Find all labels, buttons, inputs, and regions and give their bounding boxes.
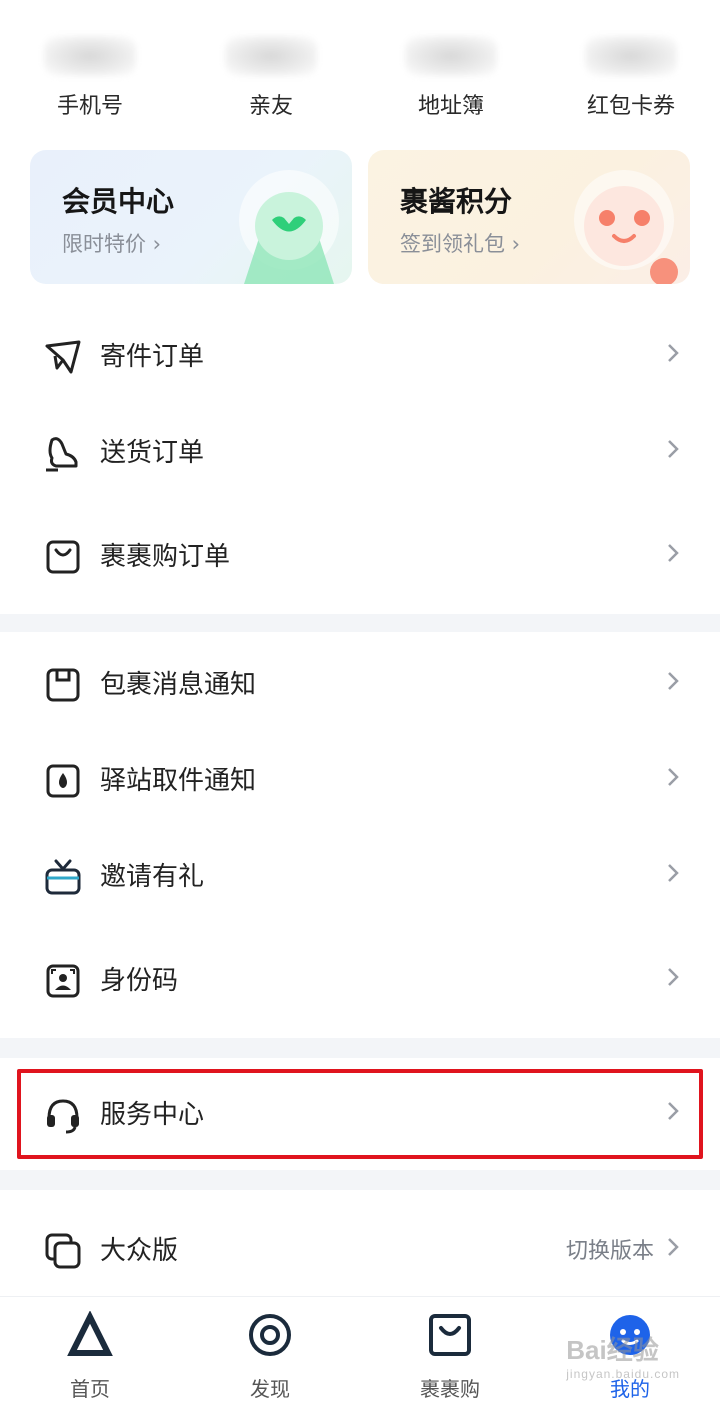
- layers-icon: [45, 1233, 81, 1269]
- card-subtitle: 限时特价 ›: [62, 232, 162, 256]
- row-id-code[interactable]: 身份码: [0, 932, 720, 1028]
- quick-link-phone[interactable]: 手机号: [15, 36, 165, 120]
- row-delivery-orders[interactable]: 送货订单: [0, 404, 720, 500]
- quick-link-label: 亲友: [248, 94, 293, 119]
- row-label: 裹裹购订单: [100, 542, 231, 572]
- section-divider: [0, 614, 720, 632]
- heart-badge-icon: [239, 170, 339, 284]
- row-send-orders[interactable]: 寄件订单: [0, 308, 720, 404]
- quick-link-label: 地址簿: [417, 94, 484, 119]
- paper-plane-icon: [45, 340, 81, 374]
- tab-home[interactable]: 首页: [30, 1310, 150, 1401]
- tab-label: 发现: [250, 1377, 290, 1401]
- row-label: 送货订单: [100, 438, 205, 468]
- row-label: 大众版: [100, 1236, 179, 1266]
- row-station-notify[interactable]: 驿站取件通知: [0, 732, 720, 828]
- row-invite[interactable]: 邀请有礼: [0, 828, 720, 924]
- delivery-icon: [46, 437, 78, 472]
- quick-link-coupons[interactable]: 红包卡券: [556, 36, 706, 120]
- card-title: 会员中心: [62, 185, 175, 218]
- chevron-right-icon: [668, 968, 679, 986]
- highlight-box: [17, 1069, 703, 1159]
- quick-link-label: 手机号: [56, 94, 123, 119]
- row-label: 邀请有礼: [100, 862, 205, 892]
- chevron-right-icon: [668, 672, 679, 690]
- quick-links: 手机号 亲友 地址簿 红包卡券: [0, 0, 720, 140]
- blurred-value: [585, 36, 677, 76]
- smiley-mascot-icon: [574, 170, 678, 284]
- blurred-value: [44, 36, 136, 76]
- tab-discover[interactable]: 发现: [210, 1311, 330, 1401]
- row-label: 寄件订单: [100, 342, 205, 372]
- shop-icon: [429, 1314, 471, 1356]
- chevron-right-icon: [668, 1238, 679, 1256]
- shopping-bag-icon: [46, 540, 80, 574]
- chevron-right-icon: [668, 344, 679, 362]
- discover-icon: [249, 1314, 291, 1356]
- package-notify-icon: [46, 668, 80, 702]
- quick-link-address-book[interactable]: 地址簿: [376, 36, 526, 120]
- row-shop-orders[interactable]: 裹裹购订单: [0, 508, 720, 604]
- section-divider: [0, 1038, 720, 1058]
- row-version-switch[interactable]: 大众版 切换版本: [0, 1202, 720, 1298]
- points-card[interactable]: 裹酱积分 签到领礼包 ›: [368, 150, 690, 284]
- chevron-right-icon: [668, 440, 679, 458]
- member-center-card[interactable]: 会员中心 限时特价 ›: [30, 150, 352, 284]
- id-code-icon: [46, 964, 80, 998]
- chevron-right-icon: [668, 864, 679, 882]
- quick-link-family[interactable]: 亲友: [196, 36, 346, 120]
- watermark: Bai经验 jingyan.baidu.com: [566, 1335, 680, 1381]
- gift-tv-icon: [45, 859, 81, 895]
- chevron-right-icon: [668, 768, 679, 786]
- card-subtitle: 签到领礼包 ›: [400, 232, 521, 256]
- chevron-right-icon: [668, 544, 679, 562]
- blurred-value: [225, 36, 317, 76]
- row-label: 身份码: [100, 966, 179, 996]
- station-notify-icon: [46, 764, 80, 798]
- section-divider: [0, 1170, 720, 1190]
- tab-label: 首页: [70, 1377, 110, 1401]
- quick-link-label: 红包卡券: [586, 94, 675, 119]
- switch-version-text: 切换版本: [565, 1239, 654, 1264]
- blurred-value: [405, 36, 497, 76]
- row-label: 驿站取件通知: [100, 766, 257, 796]
- row-package-notify[interactable]: 包裹消息通知: [0, 636, 720, 732]
- home-logo-icon: [67, 1310, 113, 1356]
- tab-shop[interactable]: 裹裹购: [390, 1311, 510, 1401]
- tab-label: 裹裹购: [420, 1377, 480, 1401]
- card-title: 裹酱积分: [400, 185, 513, 218]
- row-label: 包裹消息通知: [100, 670, 257, 700]
